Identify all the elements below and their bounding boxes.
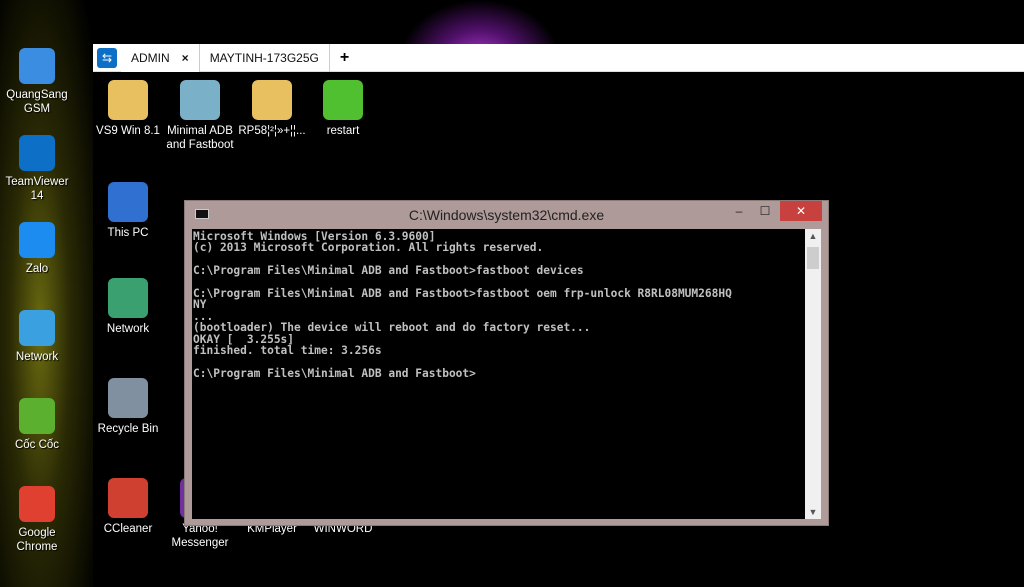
desktop-icon[interactable]: Network — [91, 278, 165, 336]
scrollbar[interactable]: ▲ ▼ — [805, 229, 821, 519]
desktop-icon[interactable]: Google Chrome — [0, 486, 74, 554]
cmd-window: C:\Windows\system32\cmd.exe – ☐ ✕ Micros… — [184, 200, 829, 526]
console-line: NY — [193, 298, 207, 312]
icon-label: restart — [326, 125, 360, 137]
desktop-icon[interactable]: Recycle Bin — [91, 378, 165, 436]
network-icon — [19, 310, 55, 346]
icon-label: CCleaner — [103, 523, 153, 535]
icon-label: Cốc Cốc — [14, 439, 60, 451]
tab-maytinh[interactable]: MAYTINH-173G25G — [200, 43, 330, 72]
desktop-icon[interactable]: TeamViewer 14 — [0, 135, 74, 203]
wallpaper-glow — [400, 0, 560, 44]
scroll-thumb[interactable] — [807, 247, 819, 269]
console-line: C:\Program Files\Minimal ADB and Fastboo… — [193, 286, 732, 300]
scroll-up-icon[interactable]: ▲ — [805, 231, 821, 241]
scroll-down-icon[interactable]: ▼ — [805, 507, 821, 517]
desktop-icon[interactable]: CCleaner — [91, 478, 165, 536]
teamviewer-icon — [19, 135, 55, 171]
icon-label: Yahoo! Messenger — [171, 523, 229, 549]
icon-label: Minimal ADB and Fastboot — [166, 125, 234, 151]
maximize-button[interactable]: ☐ — [752, 201, 778, 221]
console-line: (bootloader) The device will reboot and … — [193, 321, 591, 335]
icon-label: Zalo — [25, 263, 49, 275]
desktop-icon[interactable]: This PC — [91, 182, 165, 240]
tab-label: MAYTINH-173G25G — [209, 50, 319, 65]
desktop-icon[interactable]: Minimal ADB and Fastboot — [163, 80, 237, 152]
app-icon — [108, 378, 148, 418]
monitor-icon — [19, 48, 55, 84]
close-tab-icon[interactable]: × — [182, 51, 189, 65]
cmd-title-bar[interactable]: C:\Windows\system32\cmd.exe – ☐ ✕ — [185, 201, 828, 229]
app-icon — [180, 80, 220, 120]
console-line: (c) 2013 Microsoft Corporation. All righ… — [193, 241, 544, 255]
desktop-icon[interactable]: restart — [306, 80, 380, 138]
icon-label: TeamViewer 14 — [5, 176, 69, 202]
cmd-title: C:\Windows\system32\cmd.exe — [408, 207, 605, 223]
teamviewer-logo-icon: ⇆ — [97, 47, 117, 68]
icon-label: VS9 Win 8.1 — [96, 125, 160, 137]
console-line: C:\Program Files\Minimal ADB and Fastboo… — [193, 264, 584, 278]
desktop-icon[interactable]: QuangSang GSM — [0, 48, 74, 116]
icon-label: QuangSang GSM — [6, 89, 68, 115]
coccoc-icon — [19, 398, 55, 434]
console-output[interactable]: Microsoft Windows [Version 6.3.9600] (c) … — [192, 229, 805, 519]
icon-label: RP58¦²¦»+¦¦... — [238, 125, 306, 137]
desktop-icon[interactable]: Zalo — [0, 222, 74, 276]
app-icon — [108, 80, 148, 120]
tab-bar: ⇆ ADMIN × MAYTINH-173G25G + — [93, 43, 1024, 72]
new-tab-button[interactable]: + — [330, 49, 359, 67]
app-icon — [108, 478, 148, 518]
desktop-icon[interactable]: Network — [0, 310, 74, 364]
icon-label: This PC — [107, 227, 149, 239]
cmd-icon — [195, 209, 209, 219]
app-icon — [108, 182, 148, 222]
chrome-icon — [19, 486, 55, 522]
console-line: finished. total time: 3.256s — [193, 343, 382, 357]
minimize-button[interactable]: – — [726, 201, 752, 221]
close-button[interactable]: ✕ — [780, 201, 822, 221]
app-icon — [323, 80, 363, 120]
app-icon — [252, 80, 292, 120]
icon-label: Network — [106, 323, 150, 335]
app-icon — [108, 278, 148, 318]
icon-label: Recycle Bin — [97, 423, 159, 435]
desktop-icon[interactable]: RP58¦²¦»+¦¦... — [235, 80, 309, 138]
icon-label: Network — [15, 351, 59, 363]
icon-label: Google Chrome — [16, 527, 58, 553]
desktop-icon[interactable]: Cốc Cốc — [0, 398, 74, 452]
desktop-icon[interactable]: VS9 Win 8.1 — [91, 80, 165, 138]
tab-admin[interactable]: ADMIN × — [121, 43, 200, 72]
tab-label: ADMIN — [131, 50, 170, 65]
zalo-icon — [19, 222, 55, 258]
console-line: C:\Program Files\Minimal ADB and Fastboo… — [193, 366, 476, 380]
local-desktop: QuangSang GSM TeamViewer 14 Zalo Network Cốc… — [0, 0, 93, 587]
